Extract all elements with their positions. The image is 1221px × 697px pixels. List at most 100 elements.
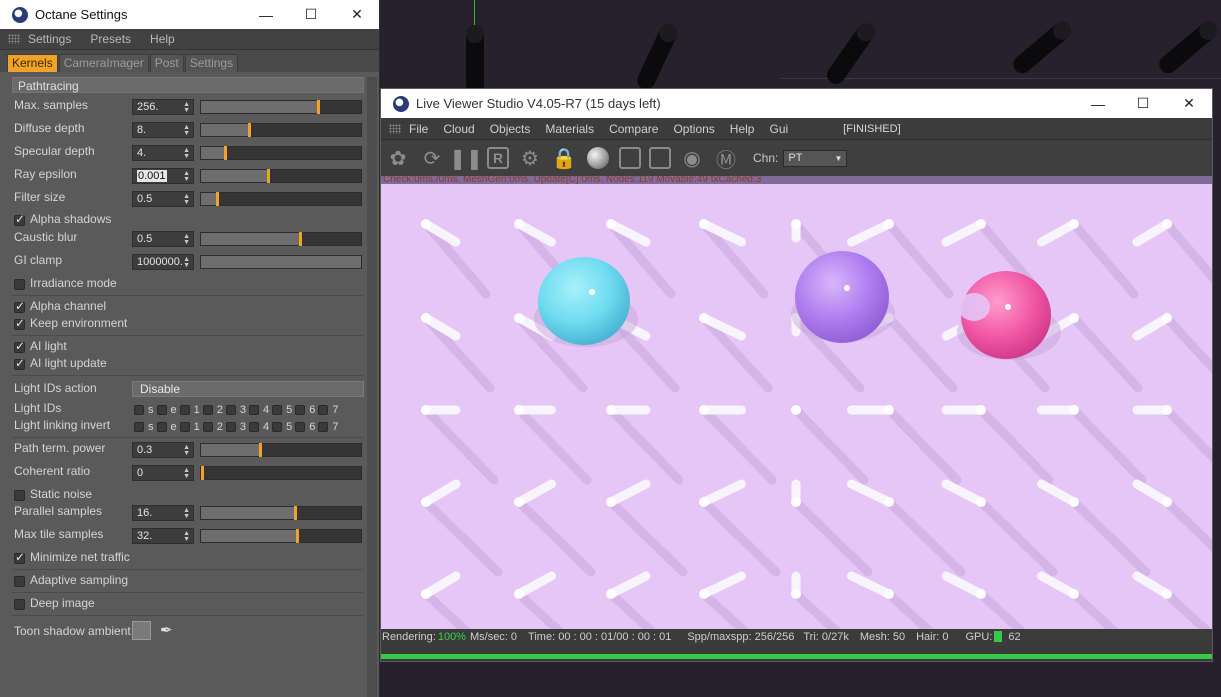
- eyedropper-icon[interactable]: ✒: [160, 621, 178, 639]
- maximize-icon[interactable]: ☐: [1120, 89, 1166, 118]
- menu-presets[interactable]: Presets: [90, 32, 131, 46]
- lock-icon[interactable]: 🔒: [551, 145, 577, 171]
- max-tile-samples-spinbox[interactable]: 32. ▲ ▼: [132, 528, 194, 544]
- octane-titlebar[interactable]: Octane Settings — ☐ ✕: [0, 0, 379, 29]
- close-icon[interactable]: ✕: [1166, 89, 1212, 118]
- material-picker-icon[interactable]: Ⓜ: [713, 145, 739, 172]
- light-link-checkbox[interactable]: 2: [202, 420, 223, 434]
- keep-environment-checkbox[interactable]: [14, 316, 25, 330]
- toon-shadow-color-swatch[interactable]: [132, 621, 151, 640]
- filter-size-slider[interactable]: [200, 192, 362, 206]
- caustic-blur-slider[interactable]: [200, 232, 362, 246]
- parallel-samples-slider[interactable]: [200, 506, 362, 520]
- alpha-shadows-checkbox[interactable]: [14, 212, 25, 226]
- ray-epsilon-spinbox[interactable]: 0.001 ▲ ▼: [132, 168, 194, 184]
- region-render-icon[interactable]: R: [487, 147, 509, 169]
- ray-epsilon-slider[interactable]: [200, 169, 362, 183]
- light-id-checkbox[interactable]: 1: [179, 403, 200, 417]
- light-link-checkbox[interactable]: 5: [272, 420, 292, 434]
- menu-settings[interactable]: Settings: [28, 32, 71, 46]
- settings-scrollbar[interactable]: [367, 77, 377, 697]
- minimize-net-traffic-checkbox[interactable]: [14, 550, 25, 564]
- coherent-ratio-slider[interactable]: [200, 466, 362, 480]
- light-ids-action-dropdown[interactable]: Disable: [132, 381, 364, 397]
- close-icon[interactable]: ✕: [334, 0, 380, 29]
- parallel-samples-spinbox[interactable]: 16. ▲ ▼: [132, 505, 194, 521]
- settings-gear-icon[interactable]: ⚙: [517, 145, 543, 171]
- material-ball-icon[interactable]: [585, 145, 611, 171]
- refresh-icon[interactable]: ⟳: [419, 145, 445, 171]
- minimize-icon[interactable]: —: [1075, 89, 1121, 118]
- menu-help[interactable]: Help: [150, 32, 175, 46]
- specular-depth-slider[interactable]: [200, 146, 362, 160]
- menu-help[interactable]: Help: [730, 122, 755, 136]
- static-noise-checkbox[interactable]: [14, 490, 25, 501]
- diffuse-depth-spinbox[interactable]: 8. ▲ ▼: [132, 122, 194, 138]
- clay-mode-icon[interactable]: [649, 147, 671, 169]
- pin-cap: [421, 219, 431, 229]
- filter-size-spinbox[interactable]: 0.5 ▲ ▼: [132, 191, 194, 207]
- light-id-checkbox[interactable]: 4: [249, 403, 269, 417]
- light-link-checkbox[interactable]: 7: [318, 420, 339, 434]
- pin-cap: [1162, 589, 1172, 599]
- maximize-icon[interactable]: ☐: [288, 0, 334, 29]
- light-link-checkbox[interactable]: e: [156, 420, 177, 434]
- menu-compare[interactable]: Compare: [609, 122, 658, 136]
- light-link-checkbox[interactable]: 6: [295, 420, 315, 434]
- menu-options[interactable]: Options: [673, 122, 714, 136]
- pause-icon[interactable]: ❚❚: [449, 145, 483, 171]
- alpha-channel-checkbox[interactable]: [14, 299, 25, 313]
- section-header-pathtracing[interactable]: Pathtracing: [12, 77, 364, 93]
- gi-clamp-slider[interactable]: [200, 255, 362, 269]
- channel-dropdown[interactable]: PT ▼: [783, 149, 848, 167]
- ai-light-update-checkbox[interactable]: [14, 356, 25, 370]
- minimize-icon[interactable]: —: [243, 0, 289, 29]
- irradiance-mode-checkbox[interactable]: [14, 279, 25, 290]
- light-id-checkbox[interactable]: 3: [225, 403, 246, 417]
- path-term-power-spinbox[interactable]: 0.3 ▲ ▼: [132, 442, 194, 458]
- ai-light-checkbox[interactable]: [14, 339, 25, 353]
- film-region-icon[interactable]: [619, 147, 641, 169]
- menu-gui[interactable]: Gui: [769, 122, 788, 136]
- coherent-ratio-spinbox[interactable]: 0 ▲ ▼: [132, 465, 194, 481]
- pin-cap: [606, 405, 616, 415]
- render-viewport[interactable]: [381, 184, 1212, 629]
- tab-cameraimager[interactable]: CameraImager: [58, 54, 149, 72]
- pin-shadow: [884, 405, 962, 485]
- gi-clamp-spinbox[interactable]: 1000000. ▲ ▼: [132, 254, 194, 270]
- menu-file[interactable]: File: [409, 122, 428, 136]
- focus-picker-icon[interactable]: ◉: [679, 145, 705, 171]
- tab-kernels[interactable]: Kernels: [7, 54, 58, 72]
- pin-cap: [1069, 313, 1079, 323]
- max-tile-samples-slider[interactable]: [200, 529, 362, 543]
- menu-materials[interactable]: Materials: [545, 122, 594, 136]
- path-term-power-slider[interactable]: [200, 443, 362, 457]
- tab-post[interactable]: Post: [149, 54, 184, 72]
- caustic-blur-spinbox[interactable]: 0.5 ▲ ▼: [132, 231, 194, 247]
- deep-image-checkbox[interactable]: [14, 599, 25, 610]
- diffuse-depth-slider[interactable]: [200, 123, 362, 137]
- pin-cap: [1162, 313, 1172, 323]
- light-id-checkbox[interactable]: s: [134, 403, 154, 417]
- max-samples-slider[interactable]: [200, 100, 362, 114]
- specular-depth-spinbox[interactable]: 4. ▲ ▼: [132, 145, 194, 161]
- menu-objects[interactable]: Objects: [490, 122, 531, 136]
- pin-cap: [606, 589, 616, 599]
- restart-render-icon[interactable]: ✿: [385, 145, 411, 171]
- menu-grip-icon[interactable]: [8, 34, 20, 44]
- light-id-checkbox[interactable]: 2: [202, 403, 223, 417]
- light-id-checkbox[interactable]: e: [156, 403, 177, 417]
- light-id-checkbox[interactable]: 5: [272, 403, 292, 417]
- light-link-checkbox[interactable]: 4: [249, 420, 269, 434]
- light-id-checkbox[interactable]: 6: [295, 403, 315, 417]
- menu-grip-icon[interactable]: [389, 123, 401, 134]
- light-link-checkbox[interactable]: 1: [179, 420, 200, 434]
- tab-settings[interactable]: Settings: [184, 54, 239, 72]
- adaptive-sampling-checkbox[interactable]: [14, 576, 25, 587]
- viewer-titlebar[interactable]: Live Viewer Studio V4.05-R7 (15 days lef…: [381, 89, 1212, 118]
- menu-cloud[interactable]: Cloud: [443, 122, 474, 136]
- max-samples-spinbox[interactable]: 256. ▲ ▼: [132, 99, 194, 115]
- light-link-checkbox[interactable]: 3: [225, 420, 246, 434]
- light-id-checkbox[interactable]: 7: [318, 403, 339, 417]
- light-link-checkbox[interactable]: s: [134, 420, 154, 434]
